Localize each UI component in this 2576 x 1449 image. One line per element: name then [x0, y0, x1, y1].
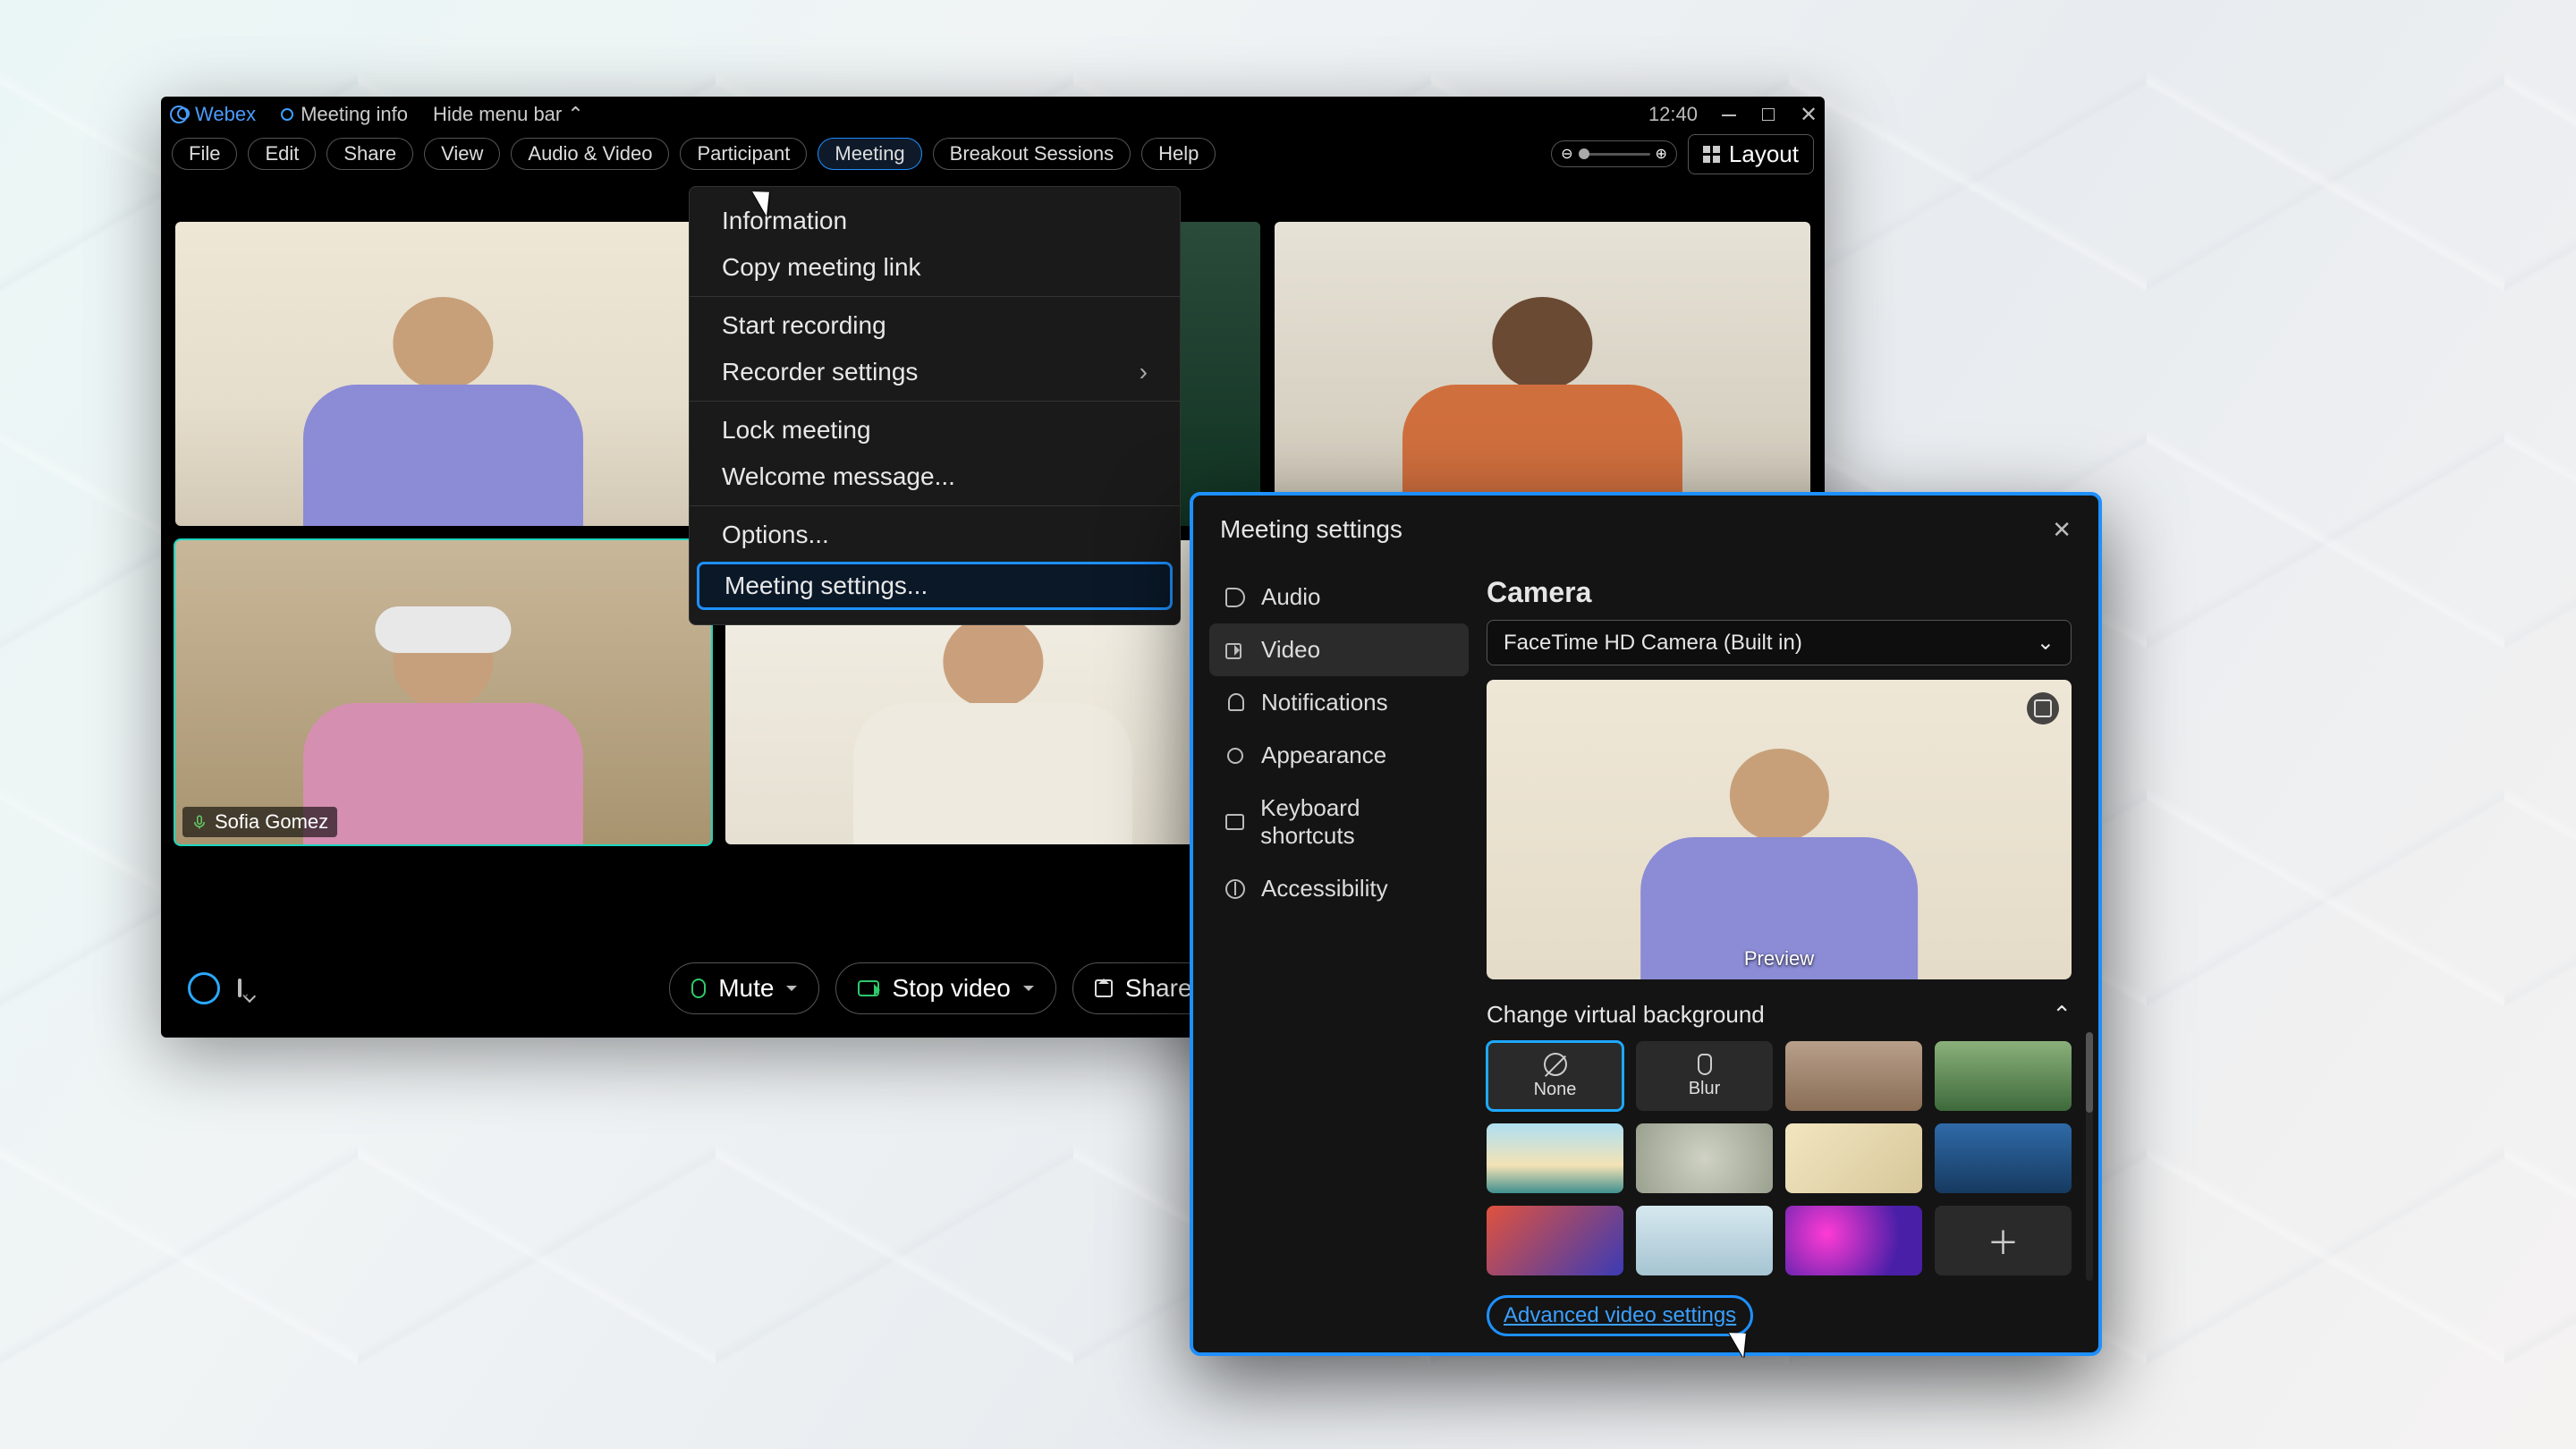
- profile-button[interactable]: [188, 972, 220, 1004]
- menu-participant[interactable]: Participant: [680, 138, 807, 170]
- vb-option-image[interactable]: [1785, 1123, 1922, 1193]
- camera-select[interactable]: FaceTime HD Camera (Built in) ⌄: [1487, 620, 2072, 665]
- menu-meeting[interactable]: Meeting: [818, 138, 921, 170]
- chevron-up-icon: ⌃: [2052, 1001, 2072, 1029]
- nav-appearance[interactable]: Appearance: [1209, 729, 1469, 782]
- virtual-background-header[interactable]: Change virtual background ⌃: [1487, 1001, 2072, 1029]
- chevron-up-icon: ⌃: [567, 103, 583, 126]
- menu-edit[interactable]: Edit: [248, 138, 316, 170]
- dd-lock-meeting[interactable]: Lock meeting: [690, 407, 1180, 453]
- vb-option-image[interactable]: [1636, 1206, 1773, 1275]
- vb-add-button[interactable]: ＋: [1935, 1206, 2072, 1275]
- vb-option-blur[interactable]: Blur: [1636, 1041, 1773, 1111]
- none-icon: [1544, 1053, 1567, 1076]
- meeting-settings-dialog: Meeting settings ✕ Audio Video Notificat…: [1190, 492, 2102, 1356]
- appearance-icon: [1225, 746, 1245, 766]
- zoom-in-icon[interactable]: ⊕: [1656, 145, 1667, 163]
- menubar: File Edit Share View Audio & Video Parti…: [161, 132, 1825, 175]
- participant-name-tag: Sofia Gomez: [182, 807, 337, 837]
- nav-keyboard-shortcuts[interactable]: Keyboard shortcuts: [1209, 782, 1469, 862]
- dd-options[interactable]: Options...: [690, 512, 1180, 558]
- preview-label: Preview: [1744, 947, 1814, 970]
- vb-option-image[interactable]: [1487, 1206, 1623, 1275]
- app-name: Webex: [195, 103, 256, 126]
- chevron-down-icon[interactable]: [786, 986, 797, 996]
- menu-breakout[interactable]: Breakout Sessions: [933, 138, 1131, 170]
- chevron-down-icon: ⌄: [2037, 630, 2055, 656]
- zoom-slider[interactable]: [1579, 153, 1650, 156]
- close-button[interactable]: ✕: [2052, 516, 2072, 544]
- meeting-dropdown-menu: Information Copy meeting link Start reco…: [689, 186, 1181, 625]
- zoom-out-icon[interactable]: ⊖: [1561, 145, 1572, 163]
- speaker-icon: [1225, 588, 1245, 607]
- video-tile[interactable]: [1275, 222, 1810, 526]
- nav-notifications[interactable]: Notifications: [1209, 676, 1469, 729]
- accessibility-icon: [1225, 879, 1245, 899]
- camera-heading: Camera: [1487, 576, 2072, 609]
- scrollbar-thumb[interactable]: [2086, 1032, 2093, 1113]
- grid-icon: [1703, 146, 1720, 163]
- video-tile[interactable]: [175, 222, 711, 526]
- dd-start-recording[interactable]: Start recording: [690, 302, 1180, 349]
- dd-recorder-settings[interactable]: Recorder settings ›: [690, 349, 1180, 395]
- clock: 12:40: [1648, 103, 1698, 126]
- vb-option-image[interactable]: [1785, 1206, 1922, 1275]
- virtual-background-grid: None Blur ＋: [1487, 1041, 2072, 1275]
- menu-view[interactable]: View: [424, 138, 500, 170]
- vb-option-none[interactable]: None: [1487, 1041, 1623, 1111]
- vb-option-image[interactable]: [1487, 1123, 1623, 1193]
- camera-icon: [858, 980, 879, 996]
- chevron-down-icon[interactable]: [1023, 986, 1034, 996]
- menu-file[interactable]: File: [172, 138, 237, 170]
- settings-nav: Audio Video Notifications Appearance Key…: [1193, 564, 1479, 1352]
- chevron-right-icon: ›: [1140, 358, 1148, 386]
- blur-icon: [1698, 1054, 1712, 1075]
- dd-meeting-settings[interactable]: Meeting settings...: [697, 562, 1173, 610]
- info-icon: [281, 108, 293, 121]
- nav-accessibility[interactable]: Accessibility: [1209, 862, 1469, 915]
- settings-title: Meeting settings: [1220, 515, 1402, 544]
- vb-option-image[interactable]: [1636, 1123, 1773, 1193]
- window-close-button[interactable]: ✕: [1800, 102, 1816, 128]
- webex-logo-icon: [170, 106, 188, 123]
- window-minimize-button[interactable]: [1721, 103, 1737, 126]
- settings-main-panel: Camera FaceTime HD Camera (Built in) ⌄ P…: [1479, 564, 2098, 1352]
- keyboard-icon: [1225, 812, 1244, 832]
- titlebar: Webex Meeting info Hide menu bar ⌃ 12:40…: [161, 97, 1825, 132]
- expand-preview-button[interactable]: [2027, 692, 2059, 724]
- chevron-down-icon: ⌄: [240, 986, 250, 1001]
- video-icon: [1225, 640, 1245, 660]
- layout-button[interactable]: Layout: [1688, 134, 1814, 174]
- mute-button[interactable]: Mute: [669, 962, 819, 1014]
- bell-icon: [1225, 693, 1245, 713]
- zoom-control[interactable]: ⊖ ⊕: [1551, 140, 1677, 167]
- window-maximize-button[interactable]: [1760, 103, 1776, 126]
- dd-welcome-message[interactable]: Welcome message...: [690, 453, 1180, 500]
- nav-audio[interactable]: Audio: [1209, 571, 1469, 623]
- nav-video[interactable]: Video: [1209, 623, 1469, 676]
- webex-logo: Webex: [170, 103, 256, 126]
- meeting-info-button[interactable]: Meeting info: [281, 103, 408, 126]
- camera-preview: Preview: [1487, 680, 2072, 979]
- vb-option-image[interactable]: [1935, 1041, 2072, 1111]
- chat-button[interactable]: ⌄: [238, 980, 242, 996]
- dd-copy-link[interactable]: Copy meeting link: [690, 244, 1180, 291]
- menu-share[interactable]: Share: [326, 138, 413, 170]
- mic-icon: [191, 814, 208, 830]
- scrollbar[interactable]: [2086, 1032, 2093, 1281]
- stop-video-button[interactable]: Stop video: [835, 962, 1055, 1014]
- mic-icon: [691, 979, 706, 998]
- hide-menu-bar-button[interactable]: Hide menu bar ⌃: [433, 103, 584, 126]
- vb-option-image[interactable]: [1785, 1041, 1922, 1111]
- menu-audio-video[interactable]: Audio & Video: [511, 138, 669, 170]
- video-tile-selected[interactable]: Sofia Gomez: [175, 540, 711, 844]
- advanced-video-settings-link[interactable]: Advanced video settings: [1487, 1295, 2072, 1336]
- share-icon: [1095, 979, 1113, 997]
- vb-option-image[interactable]: [1935, 1123, 2072, 1193]
- menu-help[interactable]: Help: [1141, 138, 1216, 170]
